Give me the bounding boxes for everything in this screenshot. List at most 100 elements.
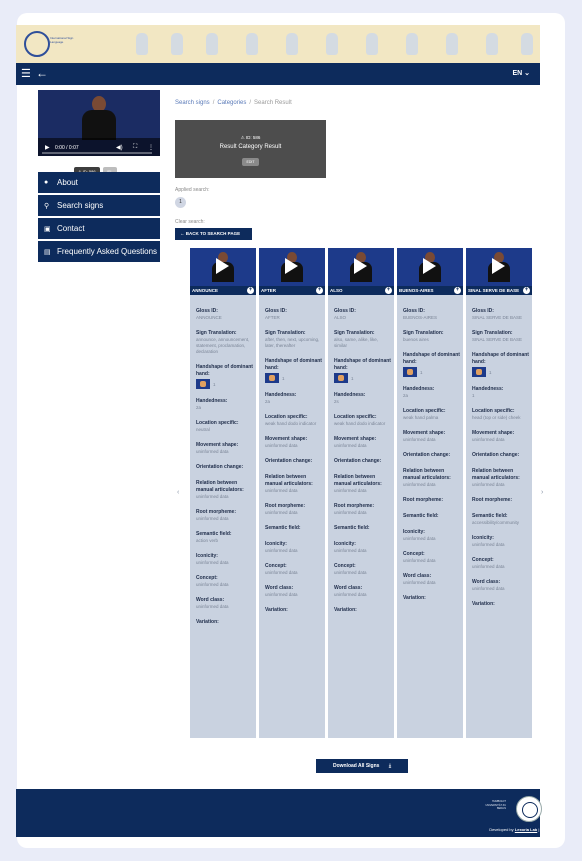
add-sign-icon[interactable]: + bbox=[523, 287, 530, 294]
field-value: uninformed data bbox=[265, 570, 298, 575]
sign-card-fields: Gloss ID: AFTER Sign Translation: after, th… bbox=[265, 308, 323, 623]
field-label: Root morpheme: bbox=[265, 503, 305, 509]
field-handedness: Handedness: 2s bbox=[334, 392, 392, 405]
field-value: 1 bbox=[472, 393, 475, 398]
fullscreen-icon[interactable]: ⛶ bbox=[133, 144, 137, 151]
handshape-value: 1 bbox=[196, 379, 254, 389]
field-label: Movement shape: bbox=[334, 436, 377, 442]
sign-video-thumbnail[interactable] bbox=[466, 248, 532, 286]
handshape-count: 1 bbox=[282, 375, 285, 381]
field-label: Semantic field: bbox=[265, 525, 301, 531]
handshape-count: 1 bbox=[489, 369, 492, 375]
developer-link[interactable]: Lexoria Lab bbox=[515, 827, 537, 832]
signer-figure bbox=[82, 96, 116, 140]
applied-search-label: Applied search: bbox=[175, 187, 210, 193]
sidebar-item-search[interactable]: ⚲ Search signs bbox=[38, 195, 160, 216]
field-semantic: Semantic field: bbox=[334, 525, 392, 532]
field-orientation: Orientation change: bbox=[334, 458, 392, 465]
field-value: uninformed data bbox=[334, 570, 367, 575]
carousel-prev-icon[interactable]: ‹ bbox=[177, 489, 179, 496]
hamburger-icon[interactable]: ☰ bbox=[21, 67, 31, 80]
field-location: Location specific: weak hand dodo indicat… bbox=[334, 414, 392, 427]
field-label: Handedness: bbox=[472, 386, 504, 392]
breadcrumb-search-signs[interactable]: Search signs bbox=[175, 100, 210, 106]
sidebar-item-contact[interactable]: ▣ Contact bbox=[38, 218, 160, 239]
handshape-image-icon[interactable] bbox=[334, 373, 348, 383]
applied-search-chip[interactable]: 1 bbox=[175, 197, 186, 208]
field-value: uninformed data bbox=[472, 542, 505, 547]
field-orientation: Orientation change: bbox=[265, 458, 323, 465]
field-value: uninformed data bbox=[265, 592, 298, 597]
field-word-class: Word class: uninformed data bbox=[403, 573, 461, 586]
field-translation: Sign Translation: SINAL SERVE DE BASE bbox=[472, 330, 530, 343]
hand-pattern-icon bbox=[136, 33, 148, 55]
add-sign-icon[interactable]: + bbox=[316, 287, 323, 294]
field-gloss-id: Gloss ID: ANNOUNCE bbox=[196, 308, 254, 321]
field-concept: Concept: uninformed data bbox=[403, 551, 461, 564]
sign-video-thumbnail[interactable] bbox=[190, 248, 256, 286]
field-value: 2a bbox=[196, 405, 202, 410]
clear-search-label[interactable]: Clear search: bbox=[175, 219, 205, 225]
logo-ring-icon bbox=[24, 31, 50, 57]
hand-pattern-icon bbox=[521, 33, 533, 55]
play-icon[interactable]: ▶ bbox=[45, 144, 50, 151]
sign-video-thumbnail[interactable] bbox=[397, 248, 463, 286]
hand-pattern-icon bbox=[206, 33, 218, 55]
download-all-button[interactable]: Download All Signs ⤓ bbox=[316, 759, 408, 773]
carousel-next-icon[interactable]: › bbox=[541, 489, 543, 496]
field-label: Sign Translation: bbox=[334, 330, 375, 336]
field-handedness: Handedness: 1 bbox=[472, 386, 530, 399]
field-label: Location specific: bbox=[334, 414, 377, 420]
sign-video-thumbnail[interactable] bbox=[259, 248, 325, 286]
field-value: uninformed data bbox=[196, 449, 229, 454]
add-sign-icon[interactable]: + bbox=[385, 287, 392, 294]
search-icon: ⚲ bbox=[44, 202, 50, 210]
field-label: Orientation change: bbox=[403, 452, 451, 458]
field-root: Root morpheme: bbox=[472, 497, 530, 504]
add-sign-icon[interactable]: + bbox=[247, 287, 254, 294]
field-iconicity: Iconicity: uninformed data bbox=[472, 535, 530, 548]
field-root: Root morpheme: uninformed data bbox=[265, 503, 323, 516]
field-value: uninformed data bbox=[472, 586, 505, 591]
header-banner: International Sign Language bbox=[16, 25, 540, 63]
handshape-image-icon[interactable] bbox=[472, 367, 486, 377]
add-sign-icon[interactable]: + bbox=[454, 287, 461, 294]
handshape-image-icon[interactable] bbox=[196, 379, 210, 389]
field-value: uninformed data bbox=[403, 558, 436, 563]
video-player[interactable]: ▶ 0:00 / 0:07 ◀) ⛶ ⋮ bbox=[38, 90, 160, 156]
sidebar-item-faq[interactable]: ▤ Frequently Asked Questions bbox=[38, 241, 160, 262]
field-value: uninformed data bbox=[334, 548, 367, 553]
field-label: Semantic field: bbox=[403, 513, 439, 519]
handshape-image-icon[interactable] bbox=[265, 373, 279, 383]
video-progress-bar[interactable] bbox=[42, 152, 152, 154]
breadcrumb: Search signs / Categories / Search Result bbox=[175, 100, 292, 106]
site-logo[interactable]: International Sign Language bbox=[24, 29, 84, 59]
field-value: uninformed data bbox=[196, 604, 229, 609]
field-semantic: Semantic field: bbox=[265, 525, 323, 532]
arrow-left-icon[interactable]: ← bbox=[36, 66, 48, 80]
volume-icon[interactable]: ◀) bbox=[116, 144, 123, 151]
github-icon[interactable]: ◉ bbox=[541, 827, 545, 832]
field-root: Root morpheme: uninformed data bbox=[196, 509, 254, 522]
field-handedness: Handedness: 2a bbox=[196, 398, 254, 411]
field-label: Semantic field: bbox=[472, 513, 508, 519]
field-label: Handshape of dominant hand: bbox=[472, 352, 529, 365]
sign-video-thumbnail[interactable] bbox=[328, 248, 394, 286]
field-value: uninformed data bbox=[472, 437, 505, 442]
more-options-icon[interactable]: ⋮ bbox=[148, 144, 154, 151]
field-label: Variation: bbox=[265, 607, 288, 613]
field-iconicity: Iconicity: uninformed data bbox=[196, 553, 254, 566]
language-selector[interactable]: EN ⌄ bbox=[512, 69, 530, 77]
handshape-image-icon[interactable] bbox=[403, 367, 417, 377]
field-value: after, then, next, upcoming, later, ther… bbox=[265, 337, 320, 348]
field-label: Relation between manual articulators: bbox=[265, 474, 313, 487]
field-label: Sign Translation: bbox=[472, 330, 513, 336]
field-handedness: Handedness: 2a bbox=[403, 386, 461, 399]
breadcrumb-categories[interactable]: Categories bbox=[217, 100, 246, 106]
field-value: 2a bbox=[403, 393, 409, 398]
field-value: buenos aires bbox=[403, 337, 429, 342]
sidebar-item-about[interactable]: ● About bbox=[38, 172, 160, 193]
hand-pattern-icon bbox=[171, 33, 183, 55]
back-to-search-button[interactable]: ← BACK TO SEARCH PAGE bbox=[175, 228, 252, 240]
result-edit-button[interactable]: EDIT bbox=[241, 158, 260, 166]
